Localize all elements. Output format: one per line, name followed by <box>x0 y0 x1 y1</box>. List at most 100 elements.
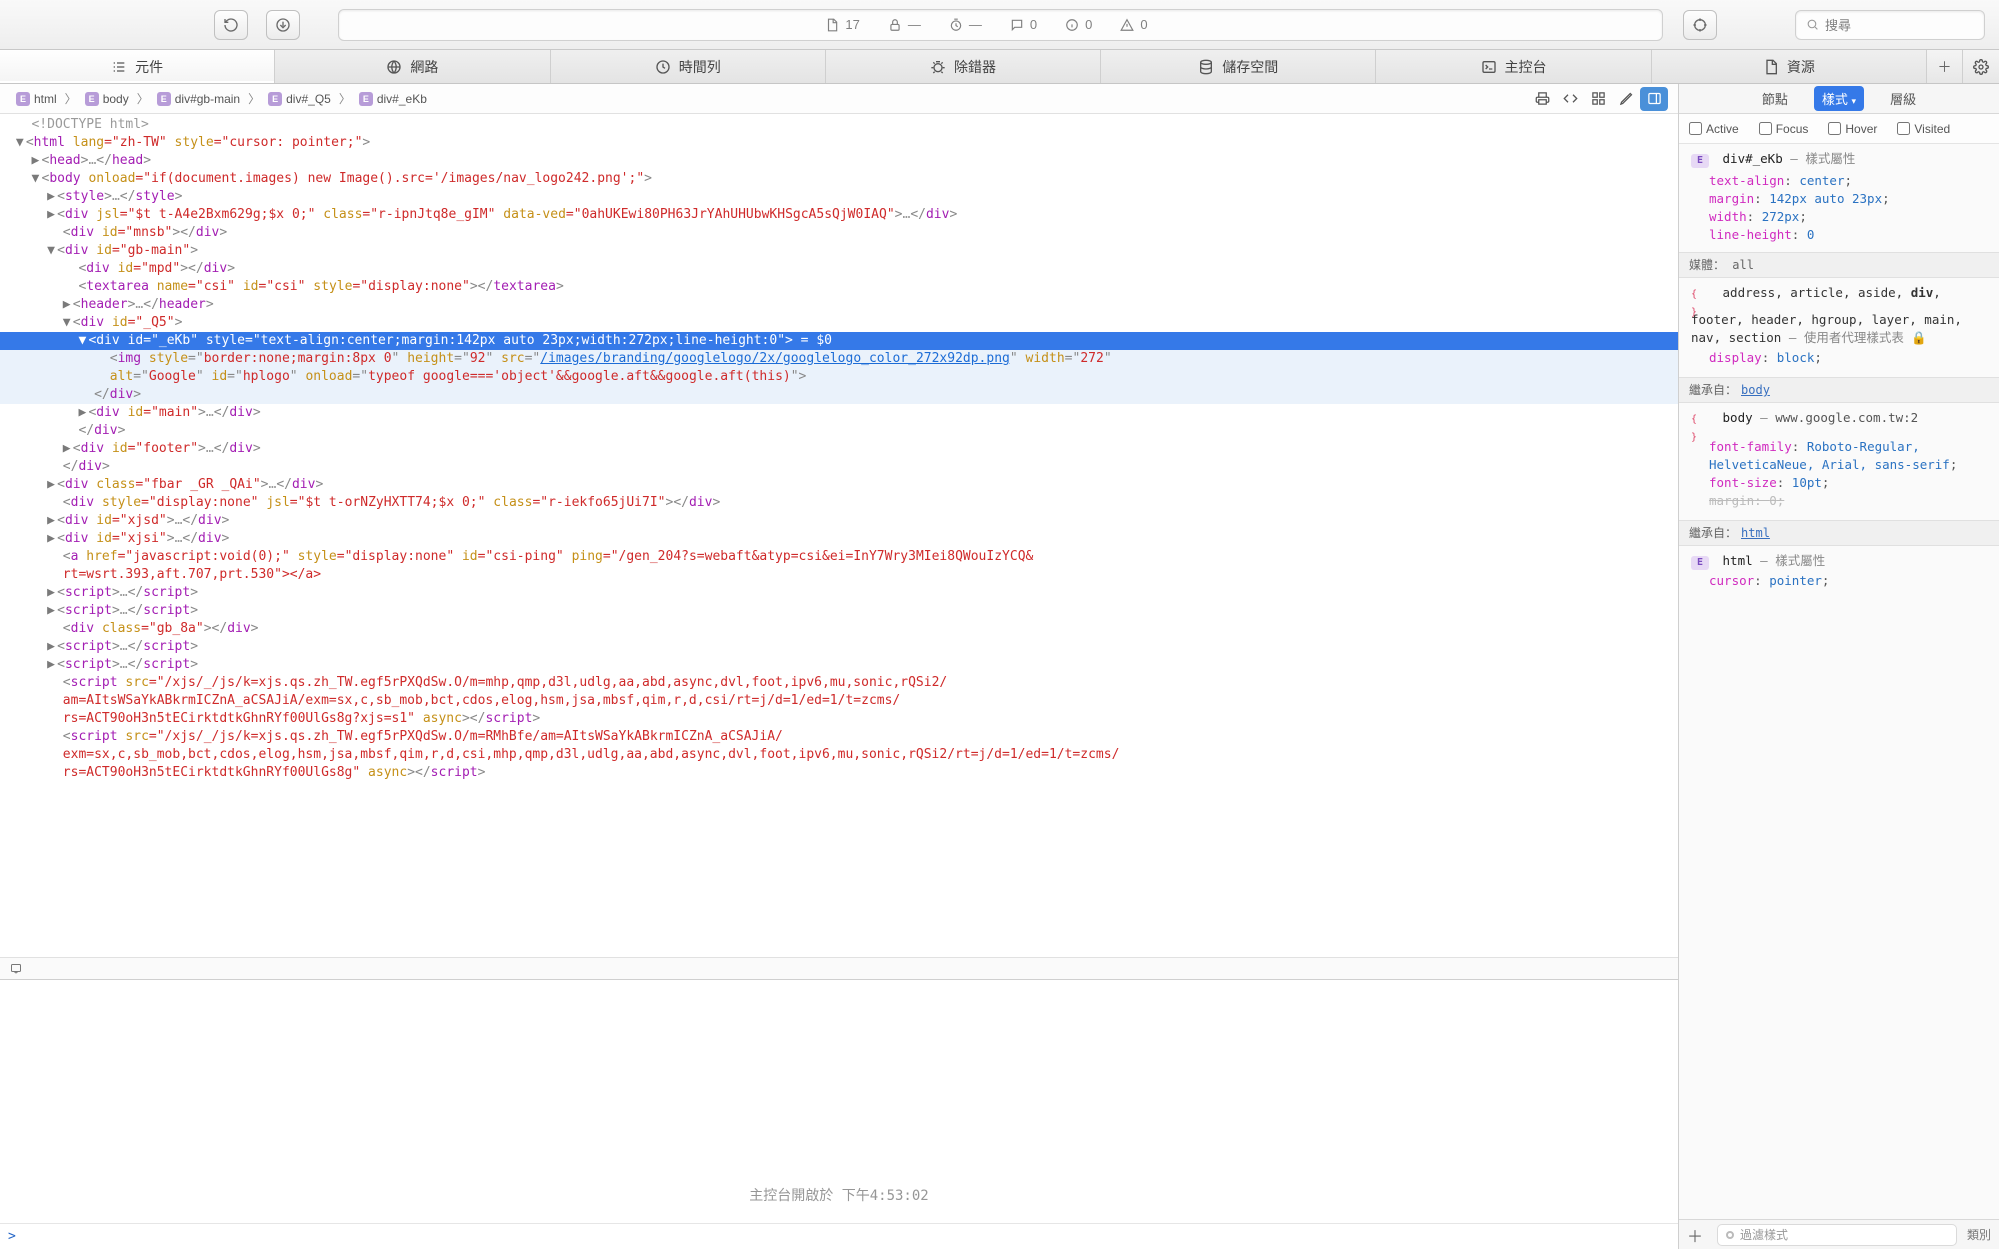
toggle-console-button[interactable] <box>0 957 1678 979</box>
warn-icon <box>1120 18 1134 32</box>
lock-icon: 🔒 <box>1911 330 1927 345</box>
dom-row[interactable]: <textarea name="csi" id="csi" style="dis… <box>0 278 1678 296</box>
pseudo-visited[interactable]: Visited <box>1897 122 1950 136</box>
add-rule-button[interactable]: ＋ <box>1687 1223 1703 1247</box>
dom-selected-row[interactable]: ▼<div id="_eKb" style="text-align:center… <box>0 332 1678 350</box>
gear-icon <box>1973 59 1989 75</box>
search-field[interactable]: 搜尋 <box>1795 10 1985 40</box>
dom-row[interactable]: rs=ACT90oH3n5tECirktdtkGhnRYf00UlGs8g?xj… <box>0 710 1678 728</box>
dom-row[interactable]: <script src="/xjs/_/js/k=xjs.qs.zh_TW.eg… <box>0 674 1678 692</box>
lock-text: — <box>908 17 921 32</box>
browser-toolbar: 17 — — 0 0 0 搜尋 <box>0 0 1999 50</box>
dom-row[interactable]: <div style="display:none" jsl="$t t-orNZ… <box>0 494 1678 512</box>
address-bar[interactable]: 17 — — 0 0 0 <box>338 9 1663 41</box>
dom-row[interactable]: ▶<div id="footer">…</div> <box>0 440 1678 458</box>
type-dropdown[interactable]: 類別 <box>1967 1226 1991 1243</box>
dom-tree[interactable]: <!DOCTYPE html> ▼<html lang="zh-TW" styl… <box>0 114 1678 957</box>
r-tab-styles[interactable]: 樣式 ▾ <box>1814 86 1864 111</box>
dom-row[interactable]: exm=sx,c,sb_mob,bct,cdos,elog,hsm,jsa,mb… <box>0 746 1678 764</box>
dom-row[interactable]: rs=ACT90oH3n5tECirktdtkGhnRYf00UlGs8g" a… <box>0 764 1678 782</box>
dom-row[interactable]: rt=wsrt.393,aft.707,prt.530"></a> <box>0 566 1678 584</box>
grid-button[interactable] <box>1584 87 1612 111</box>
crumb-gb-main[interactable]: Ediv#gb-main <box>151 90 246 108</box>
lock-icon <box>888 18 902 32</box>
search-placeholder: 搜尋 <box>1825 15 1851 34</box>
clock-icon <box>655 59 671 75</box>
dom-row[interactable]: ▼<html lang="zh-TW" style="cursor: point… <box>0 134 1678 152</box>
tab-resources[interactable]: 資源 <box>1652 50 1927 83</box>
crumb-ekb[interactable]: Ediv#_eKb <box>353 90 433 108</box>
dom-row[interactable]: ▶<div class="fbar _GR _QAi">…</div> <box>0 476 1678 494</box>
reload-button[interactable] <box>214 10 248 40</box>
settings-button[interactable] <box>1963 50 1999 83</box>
dom-row[interactable]: <!DOCTYPE html> <box>0 116 1678 134</box>
resources-count: 17 <box>845 17 859 32</box>
dom-row[interactable]: ▶<div id="xjsd">…</div> <box>0 512 1678 530</box>
styles-content[interactable]: E div#_eKb — 樣式屬性 text-align: center; ma… <box>1679 144 1999 1219</box>
pseudo-hover[interactable]: Hover <box>1828 122 1877 136</box>
styles-sidebar: 節點 樣式 ▾ 層級 Active Focus Hover Visited E … <box>1679 84 1999 1249</box>
dom-row[interactable]: ▶<script>…</script> <box>0 602 1678 620</box>
code-button[interactable] <box>1556 87 1584 111</box>
dom-row[interactable]: ▶<header>…</header> <box>0 296 1678 314</box>
crumb-html[interactable]: Ehtml <box>10 90 63 108</box>
dom-row[interactable]: ▶<script>…</script> <box>0 638 1678 656</box>
edit-button[interactable] <box>1612 87 1640 111</box>
dom-row[interactable]: <img style="border:none;margin:8px 0" he… <box>0 350 1678 368</box>
breadcrumb-row: Ehtml〉 Ebody〉 Ediv#gb-main〉 Ediv#_Q5〉 Ed… <box>0 84 1678 114</box>
dom-row[interactable]: ▶<head>…</head> <box>0 152 1678 170</box>
prompt-icon <box>1481 59 1497 75</box>
dom-row[interactable]: ▶<script>…</script> <box>0 584 1678 602</box>
dom-row[interactable]: <a href="javascript:void(0);" style="dis… <box>0 548 1678 566</box>
info-icon <box>1065 18 1079 32</box>
pseudo-row: Active Focus Hover Visited <box>1679 114 1999 144</box>
dom-row[interactable]: <script src="/xjs/_/js/k=xjs.qs.zh_TW.eg… <box>0 728 1678 746</box>
dom-row[interactable]: ▶<script>…</script> <box>0 656 1678 674</box>
tab-elements[interactable]: 元件 <box>0 50 275 83</box>
console-panel: 主控台開啟於 下午4:53:02 > <box>0 979 1678 1249</box>
crumb-body[interactable]: Ebody <box>79 90 135 108</box>
dom-row[interactable]: <div class="gb_8a"></div> <box>0 620 1678 638</box>
dom-row[interactable]: ▶<div jsl="$t t-A4e2Bxm629g;$x 0;" class… <box>0 206 1678 224</box>
tab-storage[interactable]: 儲存空間 <box>1101 50 1376 83</box>
crumb-q5[interactable]: Ediv#_Q5 <box>262 90 337 108</box>
console-input[interactable]: > <box>0 1223 1678 1249</box>
filter-bar: ＋ 過濾樣式 類別 <box>1679 1219 1999 1249</box>
chevron-down-icon <box>8 963 24 975</box>
pseudo-active[interactable]: Active <box>1689 122 1739 136</box>
r-tab-layers[interactable]: 層級 <box>1882 86 1924 111</box>
inspect-button[interactable] <box>1683 10 1717 40</box>
dom-row[interactable]: am=AItsWSaYkABkrmICZnA_aCSAJiA/exm=sx,c,… <box>0 692 1678 710</box>
info-count: 0 <box>1085 17 1092 32</box>
database-icon <box>1198 59 1214 75</box>
dom-row[interactable]: </div> <box>0 386 1678 404</box>
timer-icon <box>949 18 963 32</box>
pseudo-focus[interactable]: Focus <box>1759 122 1809 136</box>
tab-console[interactable]: 主控台 <box>1376 50 1651 83</box>
add-tab-button[interactable]: ＋ <box>1927 50 1963 83</box>
r-tab-nodes[interactable]: 節點 <box>1754 86 1796 111</box>
comment-count: 0 <box>1030 17 1037 32</box>
console-log[interactable]: 主控台開啟於 下午4:53:02 <box>0 980 1678 1223</box>
dom-row[interactable]: alt="Google" id="hplogo" onload="typeof … <box>0 368 1678 386</box>
dom-row[interactable]: ▼<div id="gb-main"> <box>0 242 1678 260</box>
dom-row[interactable]: ▼<div id="_Q5"> <box>0 314 1678 332</box>
dom-row[interactable]: ▼<body onload="if(document.images) new I… <box>0 170 1678 188</box>
tab-network[interactable]: 網路 <box>275 50 550 83</box>
right-panel-toggle[interactable] <box>1640 87 1668 111</box>
print-button[interactable] <box>1528 87 1556 111</box>
filter-input[interactable]: 過濾樣式 <box>1717 1224 1957 1246</box>
tab-timeline[interactable]: 時間列 <box>551 50 826 83</box>
warn-count: 0 <box>1140 17 1147 32</box>
console-prompt: > <box>8 1229 16 1244</box>
dom-row[interactable]: <div id="mnsb"></div> <box>0 224 1678 242</box>
dom-row[interactable]: </div> <box>0 422 1678 440</box>
dom-row[interactable]: ▶<div id="xjsi">…</div> <box>0 530 1678 548</box>
dom-row[interactable]: </div> <box>0 458 1678 476</box>
tab-debugger[interactable]: 除錯器 <box>826 50 1101 83</box>
download-button[interactable] <box>266 10 300 40</box>
timer-text: — <box>969 17 982 32</box>
dom-row[interactable]: ▶<div id="main">…</div> <box>0 404 1678 422</box>
dom-row[interactable]: ▶<style>…</style> <box>0 188 1678 206</box>
dom-row[interactable]: <div id="mpd"></div> <box>0 260 1678 278</box>
